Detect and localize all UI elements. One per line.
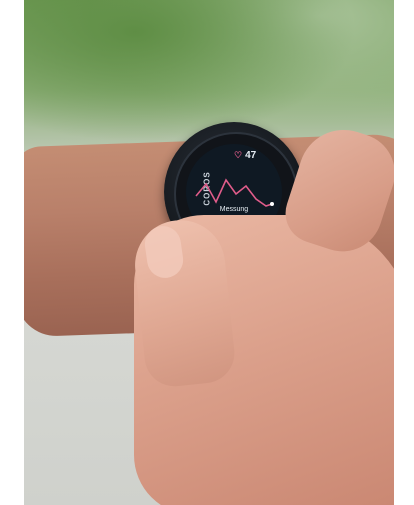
graph-line — [195, 178, 273, 207]
photo: COROS ♡ 47 Messung — [24, 0, 394, 505]
measurement-label: Messung — [219, 206, 249, 213]
